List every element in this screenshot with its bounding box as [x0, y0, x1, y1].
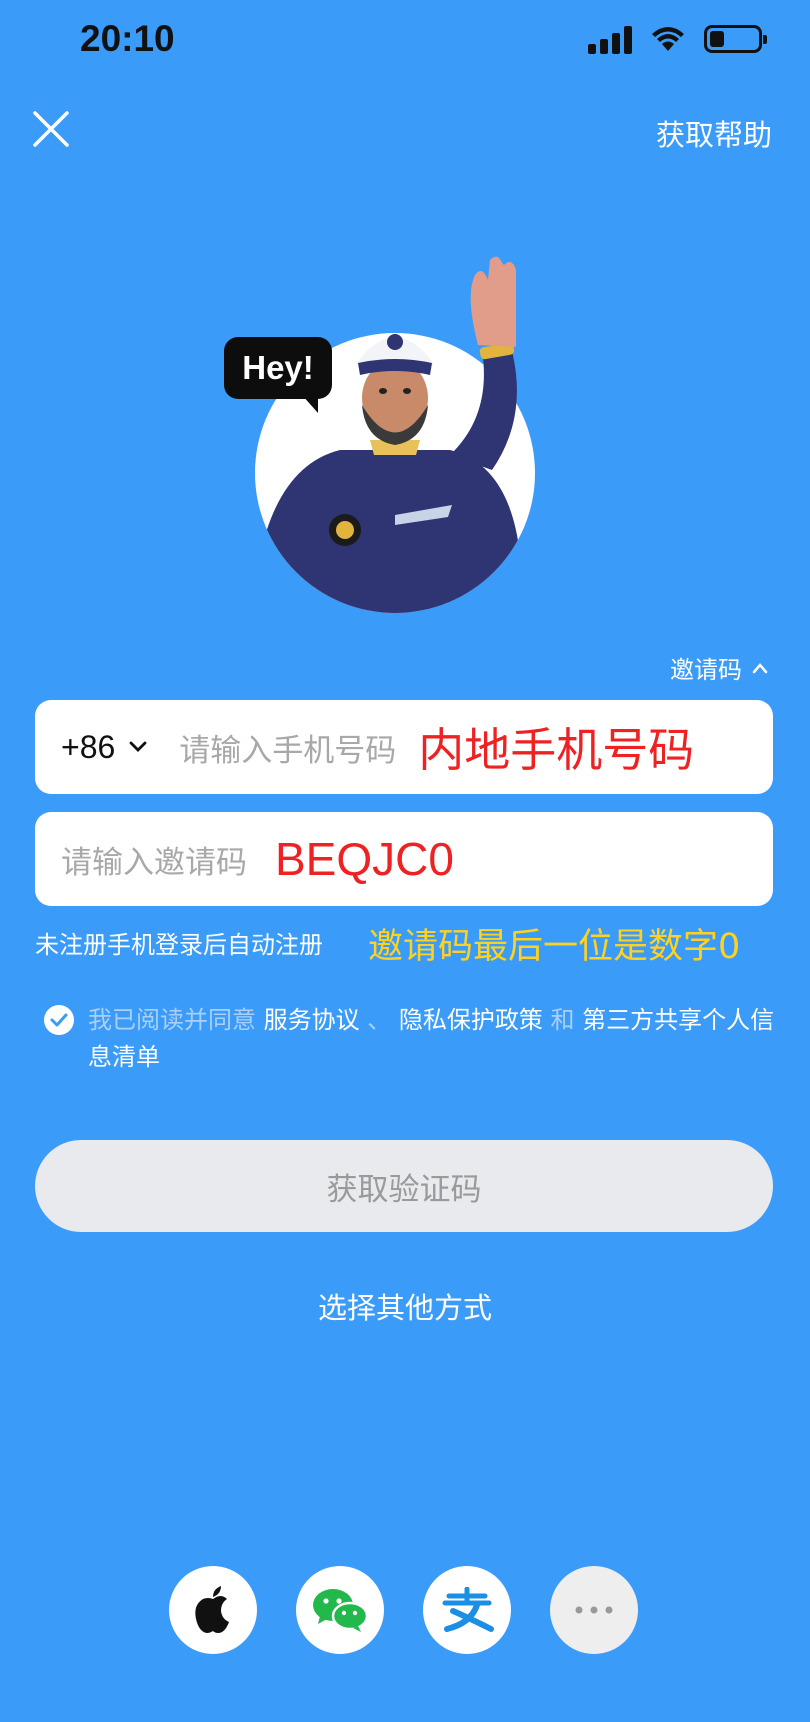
invite-code-note: 邀请码最后一位是数字0 — [368, 927, 741, 967]
invite-code-overlay: BEQJC0 — [275, 833, 454, 885]
invite-code-toggle-label: 邀请码 — [670, 656, 742, 684]
terms-link[interactable]: 服务协议 — [264, 1006, 360, 1034]
more-login-options-button[interactable] — [550, 1566, 638, 1654]
invite-code-input[interactable]: 请输入邀请码 BEQJC0 — [35, 812, 773, 906]
agreement-separator: 、 — [359, 1006, 399, 1034]
chevron-down-icon — [129, 741, 147, 752]
cellular-signal-icon — [588, 24, 632, 54]
apple-icon — [195, 1586, 229, 1633]
alipay-icon — [442, 1587, 494, 1632]
invite-code-toggle[interactable]: 邀请码 — [670, 650, 768, 685]
wifi-icon — [652, 27, 684, 51]
hey-speech-bubble: Hey! — [224, 337, 332, 413]
wechat-login-button[interactable] — [296, 1566, 384, 1654]
alipay-login-button[interactable] — [423, 1566, 511, 1654]
country-code: +86 — [61, 728, 116, 765]
privacy-policy-link[interactable]: 隐私保护政策 — [399, 1006, 543, 1034]
phone-input[interactable]: +86 请输入手机号码 内地手机号码 — [35, 700, 773, 794]
invite-code-placeholder: 请输入邀请码 — [61, 844, 247, 881]
agreement-checkbox[interactable] — [44, 1005, 74, 1035]
get-help-link[interactable]: 获取帮助 — [656, 112, 772, 154]
status-icons — [588, 24, 767, 54]
more-icon — [575, 1606, 613, 1614]
checkmark-icon — [50, 1013, 68, 1027]
get-verification-code-button[interactable]: 获取验证码 — [35, 1140, 773, 1232]
other-login-methods-link[interactable]: 选择其他方式 — [0, 1285, 810, 1327]
battery-icon — [704, 25, 767, 53]
phone-placeholder: 请输入手机号码 — [179, 732, 397, 769]
agreement-and: 和 — [542, 1006, 583, 1034]
agreement-text: 我已阅读并同意 服务协议 、 隐私保护政策 和 第三方共享个人信息清单 — [88, 1002, 778, 1076]
captain-mascot-illustration — [255, 256, 535, 613]
apple-login-button[interactable] — [169, 1566, 257, 1654]
status-time: 20:10 — [80, 18, 175, 59]
chevron-up-icon — [752, 662, 768, 673]
agreement-prefix: 我已阅读并同意 — [88, 1006, 264, 1034]
close-icon[interactable] — [30, 108, 72, 150]
country-code-selector[interactable]: +86 — [61, 729, 147, 766]
phone-overlay-note: 内地手机号码 — [418, 723, 695, 777]
wechat-icon — [313, 1589, 369, 1632]
auto-register-hint: 未注册手机登录后自动注册 — [35, 931, 323, 959]
